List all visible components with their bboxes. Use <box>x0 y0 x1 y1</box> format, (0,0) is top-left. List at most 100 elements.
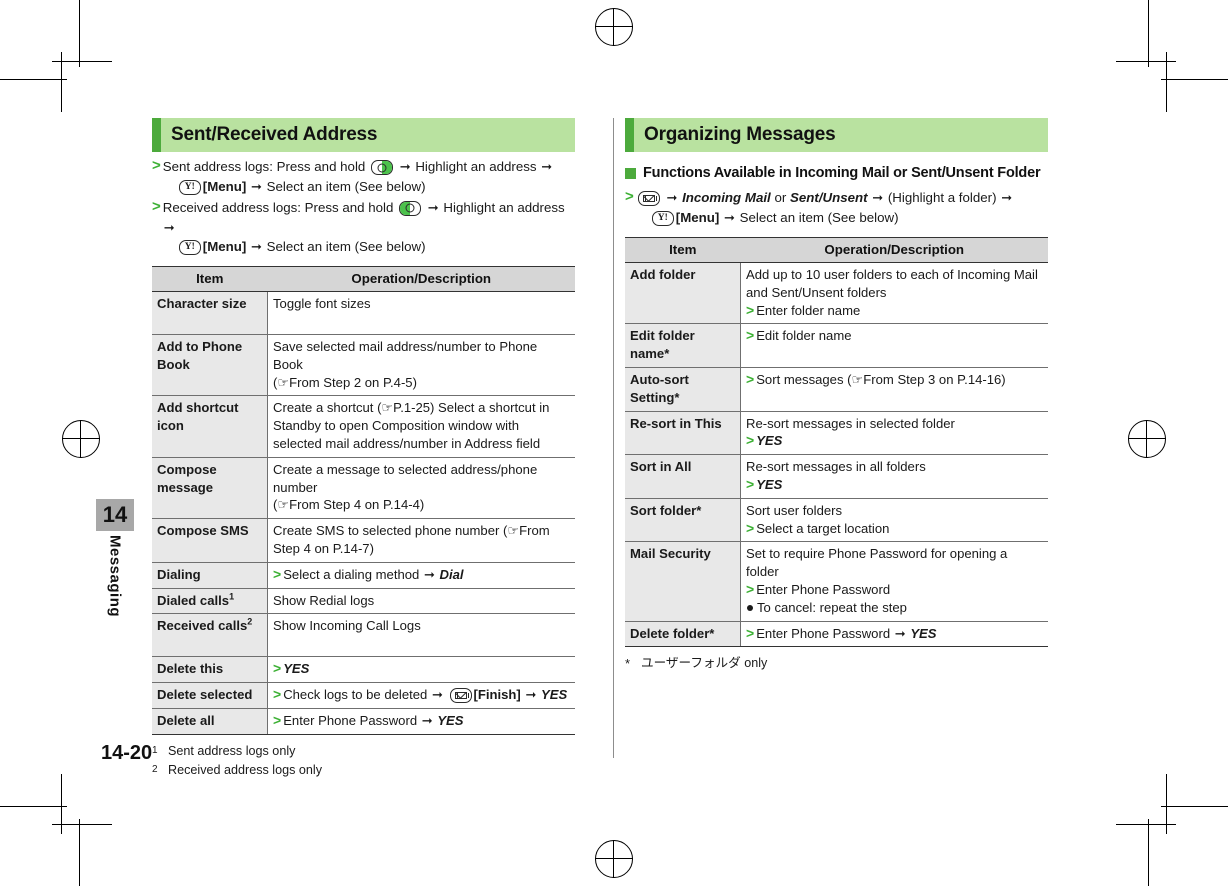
chapter-number-tab: 14 <box>96 499 134 531</box>
row-item: Add to Phone Book <box>152 334 268 397</box>
step-arrow-icon: > <box>746 371 755 388</box>
step-arrow-icon: > <box>746 432 755 449</box>
arrow-icon: ➞ <box>163 219 175 235</box>
left-intro-steps: > Sent address logs: Press and hold ➞ Hi… <box>152 157 575 257</box>
step-text: Enter Phone Password <box>756 582 891 597</box>
step-value: YES <box>437 712 464 728</box>
step-value: YES <box>756 477 783 493</box>
step-arrow-icon: > <box>746 301 755 318</box>
yahoo-key-icon: Y! <box>178 179 201 195</box>
step-arrow-icon: > <box>746 519 755 536</box>
right-column: Organizing Messages Functions Available … <box>625 118 1048 674</box>
step-arrow-icon: > <box>746 624 755 641</box>
crop-mark-tl-h <box>0 79 67 80</box>
row-item: Dialed calls1 <box>152 588 268 615</box>
row-item: Character size <box>152 291 268 336</box>
footnote-mark: 2 <box>152 763 158 775</box>
conjunction-or: or <box>774 190 787 206</box>
row-desc: Create a message to selected address/pho… <box>267 457 575 520</box>
step-arrow-icon: > <box>625 188 634 206</box>
step-text: Received address logs: Press and hold <box>162 199 394 215</box>
crop-mark-bl-v <box>79 819 80 886</box>
registration-mark-top <box>595 8 633 46</box>
table-row: Add folder Add up to 10 user folders to … <box>625 262 1048 325</box>
table-header-row: Item Operation/Description <box>625 236 1048 264</box>
step-text: Enter Phone Password <box>283 712 418 728</box>
footnote-text: Sent address logs only <box>168 743 296 758</box>
footnote: 1 Sent address logs only <box>152 742 575 761</box>
footnote: 2 Received address logs only <box>152 761 575 780</box>
arrow-icon: ➞ <box>399 159 411 174</box>
arrow-icon: ➞ <box>525 687 537 703</box>
menu-option-sent-unsent: Sent/Unsent <box>789 190 868 206</box>
crop-mark-br-v2 <box>1166 774 1167 834</box>
left-footnotes: 1 Sent address logs only 2 Received addr… <box>152 742 575 780</box>
row-item: Re-sort in This <box>625 411 741 456</box>
step-text-select-item: Select an item (See below) <box>739 210 899 226</box>
row-item: Compose message <box>152 457 268 520</box>
menu-key-label: [Menu] <box>202 178 247 194</box>
column-header-operation: Operation/Description <box>740 236 1048 264</box>
column-header-item: Item <box>625 236 741 264</box>
footnote: * ユーザーフォルダ only <box>625 654 1048 674</box>
row-item: Auto-sort Setting* <box>625 367 741 412</box>
step-value: YES <box>283 661 310 677</box>
bullet-icon <box>747 604 753 611</box>
menu-option-incoming-mail: Incoming Mail <box>682 190 771 206</box>
crop-mark-br-h2 <box>1116 824 1176 825</box>
arrow-icon: ➞ <box>423 566 435 582</box>
menu-key-label: [Menu] <box>202 239 247 255</box>
arrow-icon: ➞ <box>1001 190 1013 206</box>
arrow-icon: ➞ <box>421 712 433 728</box>
sub-heading-text: Functions Available in Incoming Mail or … <box>643 165 1041 181</box>
section-heading-sent-received-address: Sent/Received Address <box>152 118 575 152</box>
step-text-2: Highlight an address <box>443 199 565 215</box>
step-text: Enter Phone Password <box>756 625 891 641</box>
footnote-text: Received address logs only <box>168 762 323 777</box>
desc-line: Show Incoming Call Logs <box>273 618 421 634</box>
row-item: Delete all <box>152 708 268 735</box>
row-desc: > Check logs to be deleted ➞ [Finish] ➞ … <box>267 682 575 709</box>
row-desc: > Sort messages (☞From Step 3 on P.14-16… <box>740 367 1048 412</box>
sub-heading-functions-available: Functions Available in Incoming Mail or … <box>625 164 1048 183</box>
table-row: Sort in All Re-sort messages in all fold… <box>625 454 1048 499</box>
crop-mark-tr-v2 <box>1166 52 1167 112</box>
row-item: Sort folder* <box>625 498 741 543</box>
row-item: Dialing <box>152 562 268 589</box>
desc-line: Save selected mail address/number to Pho… <box>273 339 538 372</box>
row-desc: Re-sort messages in all folders > YES <box>740 454 1048 499</box>
row-item: Mail Security <box>625 541 741 622</box>
arrow-icon: ➞ <box>431 687 443 703</box>
row-item: Received calls2 <box>152 613 268 658</box>
table-row: Compose SMS Create SMS to selected phone… <box>152 518 575 563</box>
step-value: YES <box>910 625 937 641</box>
step-text: Check logs to be deleted <box>283 687 428 703</box>
step-text-highlight-folder: (Highlight a folder) <box>887 190 997 206</box>
crop-mark-bl-h <box>0 806 67 807</box>
table-row: Received calls2 Show Incoming Call Logs <box>152 613 575 658</box>
crop-mark-tr-h <box>1161 79 1228 80</box>
row-desc: > Enter Phone Password ➞ YES <box>740 621 1048 648</box>
table-row: Add shortcut icon Create a shortcut (☞P.… <box>152 395 575 458</box>
table-row: Delete folder* > Enter Phone Password ➞ … <box>625 621 1048 648</box>
table-row: Delete all > Enter Phone Password ➞ YES <box>152 708 575 735</box>
row-desc: Sort user folders > Select a target loca… <box>740 498 1048 543</box>
finish-key-label: [Finish] <box>473 687 521 703</box>
step-arrow-icon: > <box>273 565 282 582</box>
footnote-ref: 2 <box>247 617 253 628</box>
table-row: Delete selected > Check logs to be delet… <box>152 682 575 709</box>
desc-line: (☞From Step 4 on P.14-4) <box>273 497 425 513</box>
step-value: Dial <box>439 566 464 582</box>
arrow-icon: ➞ <box>666 190 678 206</box>
row-desc: Show Redial logs <box>267 588 575 615</box>
column-divider <box>613 118 614 758</box>
step-arrow-icon: > <box>152 197 161 215</box>
table-row: Re-sort in This Re-sort messages in sele… <box>625 411 1048 456</box>
row-desc: > Select a dialing method ➞ Dial <box>267 562 575 589</box>
organizing-messages-table: Item Operation/Description Add folder Ad… <box>625 236 1048 648</box>
section-title: Organizing Messages <box>644 124 836 145</box>
table-row: Edit folder name* > Edit folder name <box>625 323 1048 369</box>
arrow-icon: ➞ <box>724 210 735 226</box>
step-received-address-logs: > Received address logs: Press and hold … <box>152 198 575 258</box>
registration-mark-left <box>62 420 100 458</box>
